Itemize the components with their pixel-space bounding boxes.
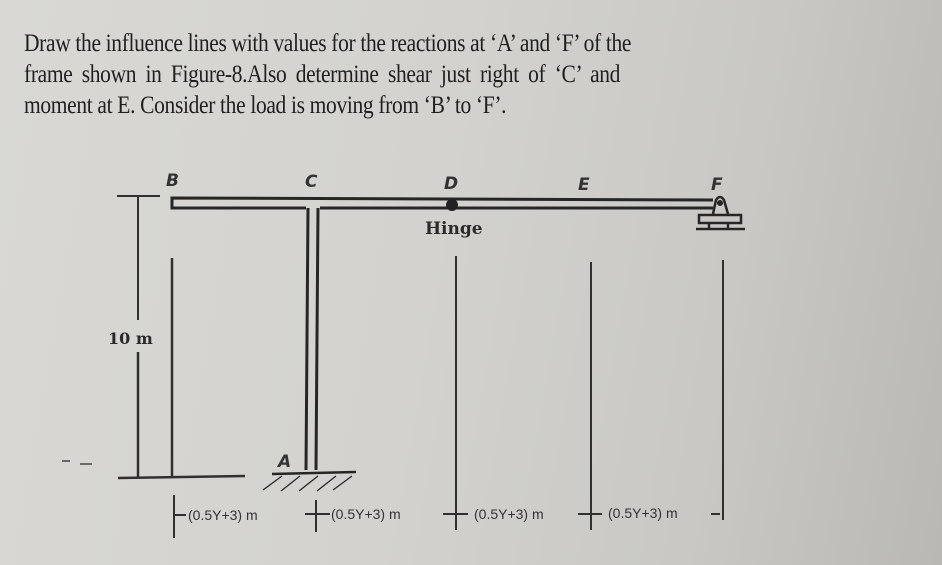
label-D: D xyxy=(444,174,458,194)
height-label: 10 m xyxy=(108,329,153,348)
frame-figure: B C D E F Hinge A 10 m (0.5Y+3) m (0.5Y+… xyxy=(62,171,745,538)
reference-lines xyxy=(455,256,724,530)
span-label-1: (0.5Y+3) m xyxy=(188,507,258,523)
edge-mark xyxy=(62,460,92,465)
label-E: E xyxy=(578,175,590,195)
column-CA xyxy=(304,207,320,471)
span-label-3: (0.5Y+3) m xyxy=(474,506,544,522)
beam-BF xyxy=(170,196,714,210)
hinge-label: Hinge xyxy=(425,219,483,239)
pin-support-F-icon xyxy=(696,195,745,231)
span-label-4: (0.5Y+3) m xyxy=(608,505,678,521)
hinge-icon xyxy=(446,199,458,211)
label-A: A xyxy=(276,452,291,472)
label-C: C xyxy=(305,172,318,192)
label-F: F xyxy=(711,175,723,195)
fixed-support-A-icon xyxy=(262,470,357,492)
span-label-2: (0.5Y+3) m xyxy=(331,506,401,522)
label-B: B xyxy=(166,171,179,191)
